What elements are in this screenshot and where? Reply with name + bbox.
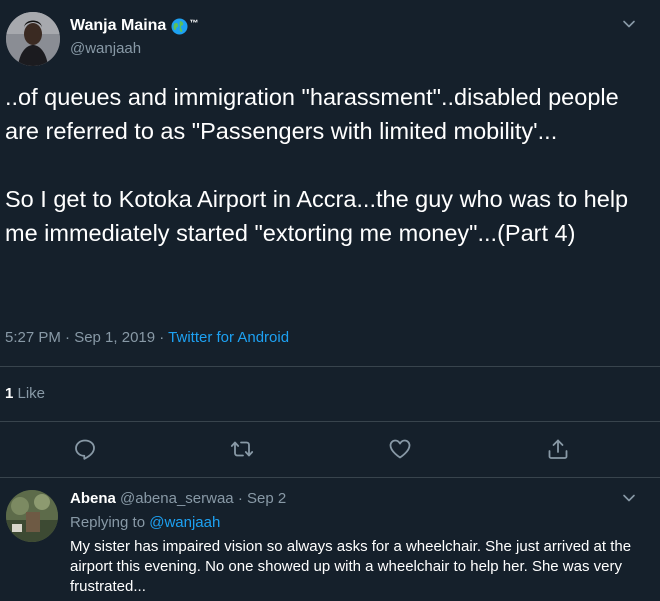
like-icon[interactable] [388, 437, 412, 461]
chevron-down-icon[interactable] [622, 17, 636, 31]
author-avatar[interactable] [6, 12, 60, 66]
tweet-meta: 5:27 PM · Sep 1, 2019 · Twitter for Andr… [5, 329, 289, 346]
tweet-source[interactable]: Twitter for Android [168, 329, 289, 346]
reply-handle-date[interactable]: @abena_serwaa · Sep 2 [116, 490, 286, 507]
main-tweet: Wanja Maina ™ @wanjaah ..of queues and i… [0, 0, 660, 478]
tweet-timestamp[interactable]: 5:27 PM · Sep 1, 2019 · [5, 329, 168, 346]
chevron-down-icon[interactable] [622, 491, 636, 505]
tweet-text: ..of queues and immigration "harassment"… [5, 84, 629, 246]
reply-author-avatar[interactable] [6, 490, 58, 542]
divider [0, 366, 660, 367]
reply-header: Abena @abena_serwaa · Sep 2 [70, 490, 286, 507]
replying-to: Replying to @wanjaah [70, 514, 220, 531]
reply-text: My sister has impaired vision so always … [70, 538, 632, 595]
tweet-actions [0, 437, 660, 463]
author-badge: ™ [189, 18, 199, 28]
divider [0, 421, 660, 422]
like-count-row[interactable]: 1 Like [5, 385, 45, 402]
share-icon[interactable] [546, 437, 570, 461]
author-name-row: Wanja Maina ™ [70, 17, 198, 35]
author-name[interactable]: Wanja Maina [70, 17, 166, 35]
author-handle[interactable]: @wanjaah [70, 40, 141, 57]
retweet-icon[interactable] [230, 437, 254, 461]
like-label: Like [13, 385, 46, 402]
replying-to-handle[interactable]: @wanjaah [149, 514, 220, 531]
replying-to-label: Replying to [70, 514, 150, 531]
reply-author-name[interactable]: Abena [70, 490, 116, 507]
globe-icon [171, 18, 188, 35]
reply-icon[interactable] [73, 437, 97, 461]
reply-tweet[interactable]: Abena @abena_serwaa · Sep 2 Replying to … [0, 478, 660, 601]
